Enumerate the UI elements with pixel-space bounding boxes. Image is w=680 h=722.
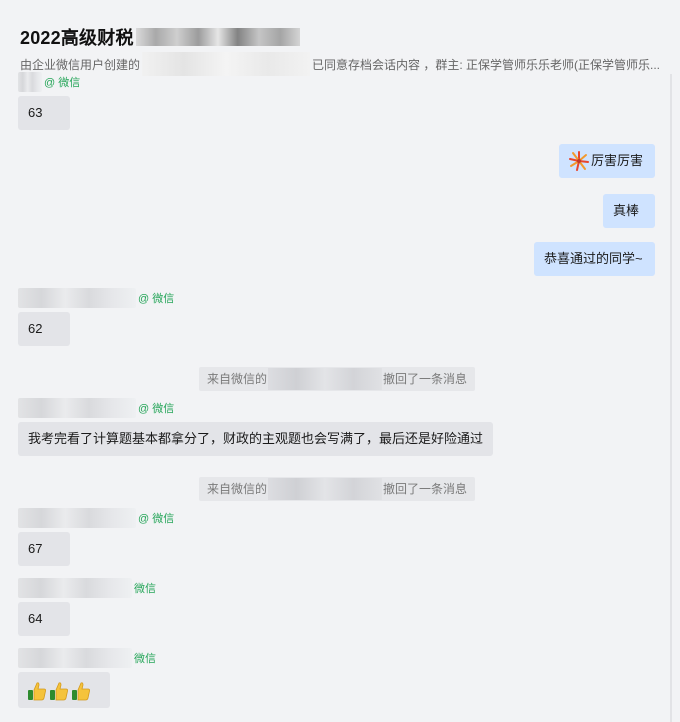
sender-row: @ 微信 <box>18 398 174 418</box>
chat-subtitle: 由企业微信用户创建的 已同意存档会话内容 ，群主: 正保学管师乐乐老师(正保学管… <box>20 52 660 76</box>
message-bubble[interactable]: 64 <box>18 602 70 636</box>
redacted-title-area <box>135 28 300 46</box>
wechat-tag: @ 微信 <box>138 293 175 305</box>
thumbs-up-icon <box>28 681 46 700</box>
system-recall-notice: 来自微信的 撤回了一条消息 <box>199 367 476 391</box>
message-bubble[interactable]: 62 <box>18 312 70 346</box>
message-bubble[interactable]: 我考完看了计算题基本都拿分了，财政的主观题也会写满了，最后还是好险通过 <box>18 422 493 456</box>
thumbs-up-icon <box>72 681 90 700</box>
sender-row: 微信 <box>18 648 156 668</box>
subtitle-prefix: 由企业微信用户创建的 <box>20 57 141 72</box>
chat-title[interactable]: 2022高级财税 <box>20 24 134 50</box>
wechat-tag: 微信 <box>134 583 156 595</box>
recall-prefix: 来自微信的 <box>207 372 268 386</box>
sender-row: 微信 <box>18 578 156 598</box>
message-bubble[interactable]: 63 <box>18 96 70 130</box>
sender-row: @ 微信 <box>18 72 80 92</box>
message-bubble[interactable]: 67 <box>18 532 70 566</box>
wechat-tag: @ 微信 <box>138 403 175 415</box>
firework-icon <box>569 150 589 171</box>
recall-prefix: 来自微信的 <box>207 482 268 496</box>
message-bubble[interactable] <box>18 672 110 708</box>
sender-row: @ 微信 <box>18 288 174 308</box>
message-list: @ 微信 63 厉害厉害 真棒 恭喜通过的同学~ @ 微信 62 来自微信的 撤… <box>0 72 680 722</box>
sender-name-redacted[interactable] <box>18 648 132 668</box>
recalled-user-redacted <box>268 368 383 390</box>
wechat-tag: @ 微信 <box>44 77 81 89</box>
recall-suffix: 撤回了一条消息 <box>383 482 468 496</box>
message-bubble-self[interactable]: 恭喜通过的同学~ <box>534 242 655 276</box>
wechat-tag: @ 微信 <box>138 513 175 525</box>
title-row: 2022高级财税 <box>20 24 300 50</box>
sender-name-redacted[interactable] <box>18 72 42 92</box>
wechat-tag: 微信 <box>134 653 156 665</box>
chat-header: 2022高级财税 由企业微信用户创建的 已同意存档会话内容 ，群主: 正保学管师… <box>0 0 680 76</box>
subtitle-suffix: 已同意存档会话内容 ，群主: 正保学管师乐乐老师(正保学管师乐... <box>312 57 661 72</box>
sender-name-redacted[interactable] <box>18 398 136 418</box>
sender-name-redacted[interactable] <box>18 578 132 598</box>
recall-suffix: 撤回了一条消息 <box>383 372 468 386</box>
system-recall-notice: 来自微信的 撤回了一条消息 <box>199 477 476 501</box>
sender-name-redacted[interactable] <box>18 288 136 308</box>
sender-name-redacted[interactable] <box>18 508 136 528</box>
redacted-subtitle-area <box>142 52 311 76</box>
message-bubble-self[interactable]: 真棒 <box>603 194 655 228</box>
sender-row: @ 微信 <box>18 508 174 528</box>
recalled-user-redacted <box>268 478 383 500</box>
message-text: 厉害厉害 <box>591 153 644 168</box>
thumbs-up-icon <box>50 681 68 700</box>
message-bubble-self[interactable]: 厉害厉害 <box>559 144 655 178</box>
